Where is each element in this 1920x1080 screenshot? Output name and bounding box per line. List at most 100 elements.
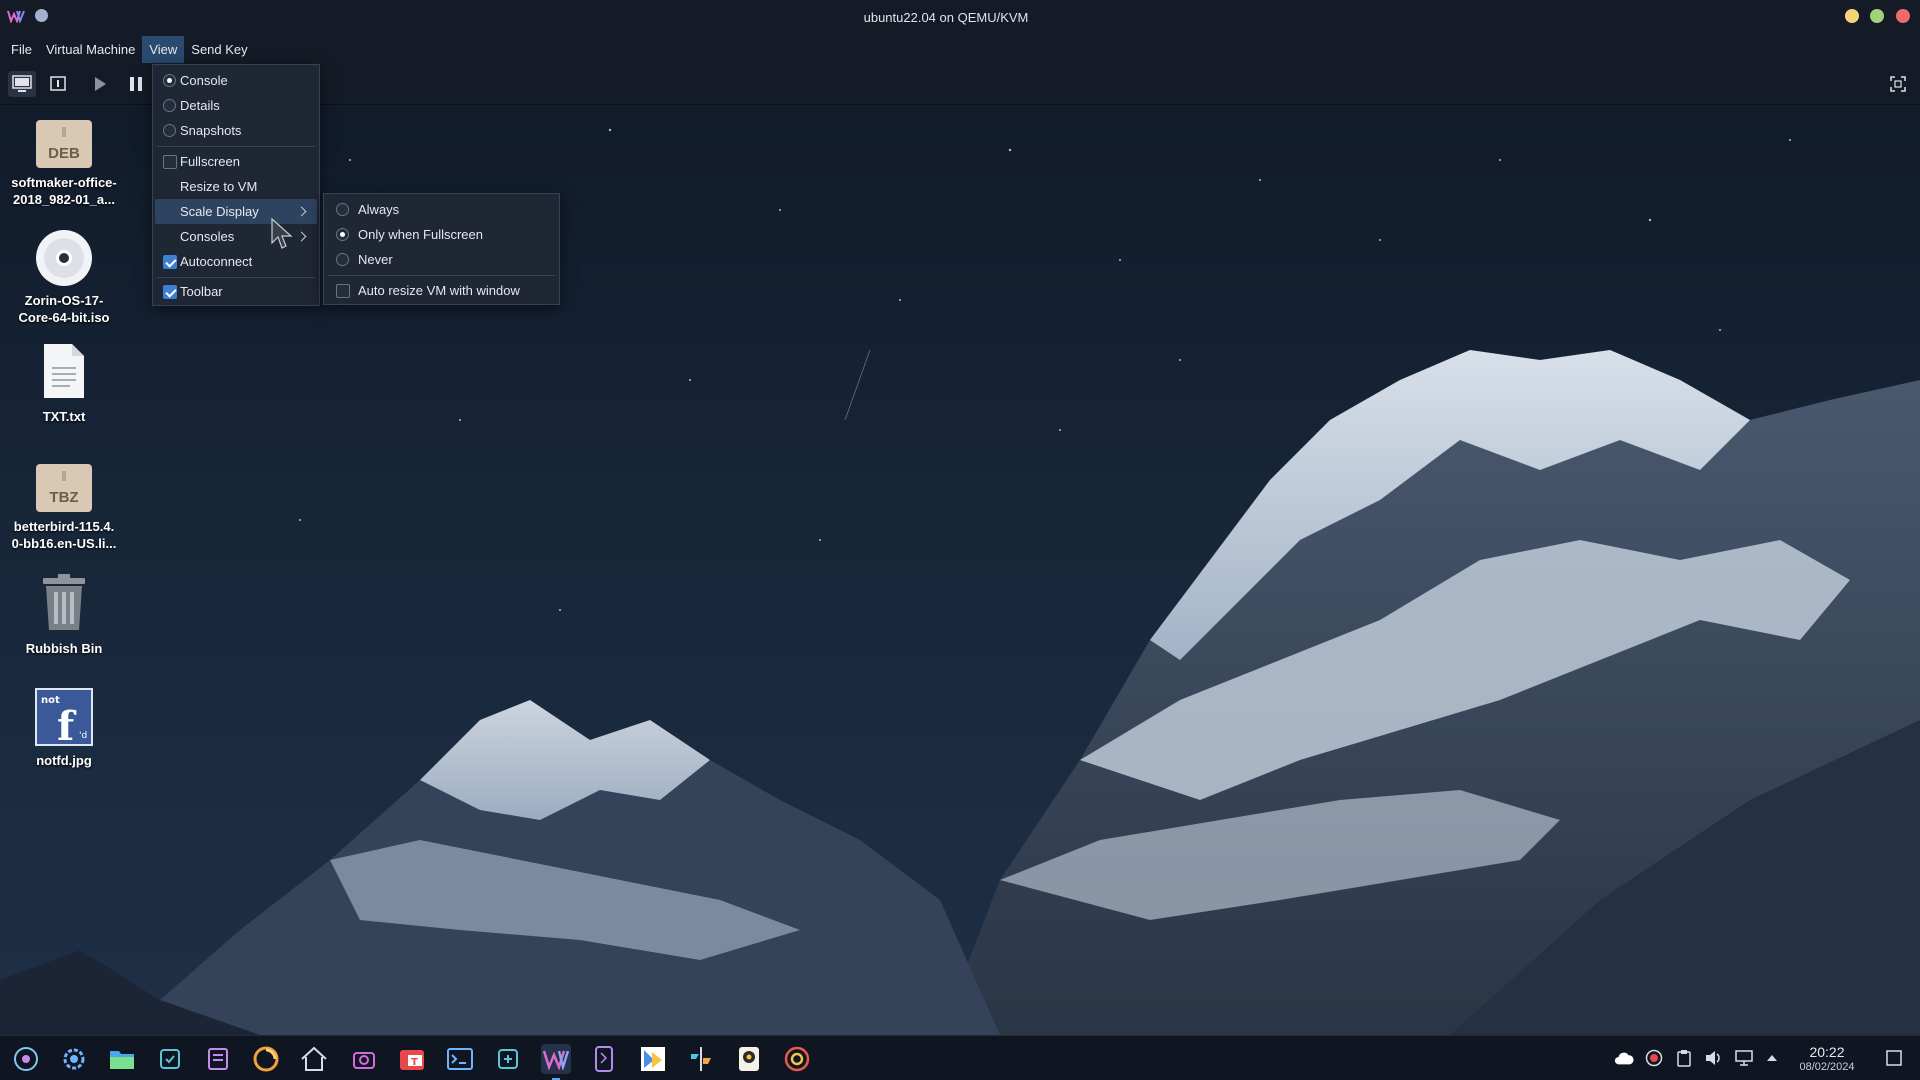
menu-item-fullscreen[interactable]: Fullscreen bbox=[155, 149, 317, 174]
menu-separator bbox=[157, 146, 315, 147]
volume-icon bbox=[1706, 1051, 1720, 1065]
app-launcher-button[interactable] bbox=[11, 1044, 41, 1074]
video-icon bbox=[641, 1047, 665, 1071]
menu-separator bbox=[328, 275, 555, 276]
taskbar-terminal[interactable] bbox=[445, 1044, 475, 1074]
menu-item-snapshots[interactable]: Snapshots bbox=[155, 118, 317, 143]
checkbox-autoconnect bbox=[163, 254, 177, 269]
menu-file[interactable]: File bbox=[4, 36, 39, 63]
taskbar-firefox[interactable] bbox=[251, 1044, 281, 1074]
notebook-icon bbox=[208, 1048, 228, 1070]
radio-always bbox=[336, 203, 349, 216]
tray-weather[interactable] bbox=[1614, 1048, 1634, 1068]
window-titlebar[interactable]: ubuntu22.04 on QEMU/KVM bbox=[0, 0, 1920, 35]
radio-never bbox=[336, 253, 349, 266]
svg-text:f: f bbox=[57, 703, 77, 746]
minimize-button[interactable] bbox=[1845, 9, 1859, 23]
virt-manager-icon bbox=[542, 1050, 570, 1070]
menu-item-toolbar[interactable]: Toolbar bbox=[155, 279, 317, 304]
taskbar-media-app[interactable] bbox=[638, 1044, 668, 1074]
tray-volume[interactable] bbox=[1704, 1048, 1724, 1068]
disk-icon bbox=[784, 1046, 810, 1072]
update-icon bbox=[1645, 1049, 1663, 1067]
desktop-icon-notfd-jpg[interactable]: not f 'd notfd.jpg bbox=[2, 688, 126, 769]
taskbar-music-app[interactable] bbox=[734, 1044, 764, 1074]
desktop-icon-zorin-iso[interactable]: Zorin-OS-17- Core-64-bit.iso bbox=[2, 228, 126, 326]
radio-console bbox=[163, 74, 176, 87]
desktop-icon-betterbird[interactable]: TBZ betterbird-115.4. 0-bb16.en-US.li... bbox=[2, 464, 126, 552]
network-icon bbox=[1735, 1050, 1753, 1066]
tray-network[interactable] bbox=[1734, 1048, 1754, 1068]
info-panel-icon bbox=[50, 76, 66, 91]
split-icon bbox=[691, 1047, 711, 1071]
maximize-button[interactable] bbox=[1870, 9, 1884, 23]
camera-icon bbox=[353, 1052, 375, 1069]
terminal-icon bbox=[447, 1048, 473, 1070]
menu-item-always[interactable]: Always bbox=[327, 197, 557, 222]
taskbar-todo-app[interactable]: T bbox=[397, 1044, 427, 1074]
cloud-icon bbox=[1614, 1052, 1634, 1065]
chevron-right-icon bbox=[296, 231, 307, 242]
clock-date: 08/02/2024 bbox=[1799, 1061, 1855, 1073]
taskbar-file-manager[interactable] bbox=[107, 1044, 137, 1074]
menu-item-resize-to-vm[interactable]: Resize to VM bbox=[155, 174, 317, 199]
desktop-icon-txt-file[interactable]: TXT.txt bbox=[2, 342, 126, 425]
gear-icon bbox=[63, 1048, 85, 1070]
run-button[interactable] bbox=[86, 71, 114, 97]
box-icon bbox=[160, 1049, 180, 1069]
image-thumbnail-icon: not f 'd bbox=[35, 688, 93, 746]
desktop-icon-rubbish-bin[interactable]: Rubbish Bin bbox=[2, 574, 126, 657]
taskbar-settings[interactable] bbox=[59, 1044, 89, 1074]
fullscreen-icon bbox=[1890, 76, 1906, 92]
taskbar-notes-app[interactable] bbox=[203, 1044, 233, 1074]
browser-icon bbox=[253, 1046, 279, 1072]
speaker-icon bbox=[739, 1047, 759, 1071]
checkbox-fullscreen bbox=[163, 154, 177, 169]
show-desktop-button[interactable] bbox=[1884, 1048, 1904, 1068]
menu-item-autoconnect[interactable]: Autoconnect bbox=[155, 249, 317, 274]
menu-item-details[interactable]: Details bbox=[155, 93, 317, 118]
console-view-button[interactable] bbox=[8, 71, 36, 97]
taskbar-virt-manager[interactable] bbox=[541, 1044, 571, 1080]
menu-item-auto-resize-vm[interactable]: Auto resize VM with window bbox=[327, 278, 557, 303]
taskbar-clock[interactable]: 20:22 08/02/2024 bbox=[1782, 1044, 1872, 1074]
taskbar-home[interactable] bbox=[299, 1044, 329, 1074]
details-view-button[interactable] bbox=[44, 71, 72, 97]
taskbar-package-manager[interactable] bbox=[493, 1044, 523, 1074]
taskbar-editor-app[interactable] bbox=[686, 1044, 716, 1074]
radio-only-when-fullscreen bbox=[336, 228, 349, 241]
play-icon bbox=[95, 77, 106, 91]
radio-details bbox=[163, 99, 176, 112]
package-icon bbox=[498, 1049, 518, 1069]
taskbar-phone-app[interactable] bbox=[589, 1044, 619, 1074]
taskbar-disk-app[interactable] bbox=[782, 1044, 812, 1074]
menu-send-key[interactable]: Send Key bbox=[184, 36, 254, 63]
trash-icon bbox=[43, 574, 85, 630]
pause-button[interactable] bbox=[122, 71, 150, 97]
deb-package-icon: DEB bbox=[36, 120, 92, 168]
menu-virtual-machine[interactable]: Virtual Machine bbox=[39, 36, 142, 63]
taskbar-screenshot-app[interactable] bbox=[349, 1044, 379, 1074]
close-button[interactable] bbox=[1896, 9, 1910, 23]
tbz-archive-icon: TBZ bbox=[36, 464, 92, 512]
menu-item-only-when-fullscreen[interactable]: Only when Fullscreen bbox=[327, 222, 557, 247]
calendar-icon: T bbox=[400, 1050, 424, 1070]
menu-item-console[interactable]: Console bbox=[155, 68, 317, 93]
menu-item-never[interactable]: Never bbox=[327, 247, 557, 272]
chevron-right-icon bbox=[296, 206, 307, 217]
taskbar-software-center[interactable] bbox=[155, 1044, 185, 1074]
checkbox-auto-resize bbox=[336, 283, 350, 298]
tray-updates[interactable] bbox=[1644, 1048, 1664, 1068]
menubar: File Virtual Machine View Send Key bbox=[0, 35, 1920, 63]
chevron-up-icon bbox=[1767, 1055, 1777, 1061]
mouse-cursor-icon bbox=[271, 217, 293, 249]
fullscreen-toggle-button[interactable] bbox=[1884, 71, 1912, 97]
pause-icon bbox=[130, 77, 142, 91]
tray-clipboard[interactable] bbox=[1674, 1048, 1694, 1068]
desktop-icon-softmaker[interactable]: DEB softmaker-office- 2018_982-01_a... bbox=[2, 120, 126, 208]
phone-icon bbox=[595, 1046, 613, 1072]
taskbar: T 20:22 08/02/2024 bbox=[0, 1035, 1920, 1080]
menu-view[interactable]: View bbox=[142, 35, 185, 63]
tray-expand[interactable] bbox=[1762, 1048, 1782, 1068]
window-title: ubuntu22.04 on QEMU/KVM bbox=[863, 10, 1029, 25]
